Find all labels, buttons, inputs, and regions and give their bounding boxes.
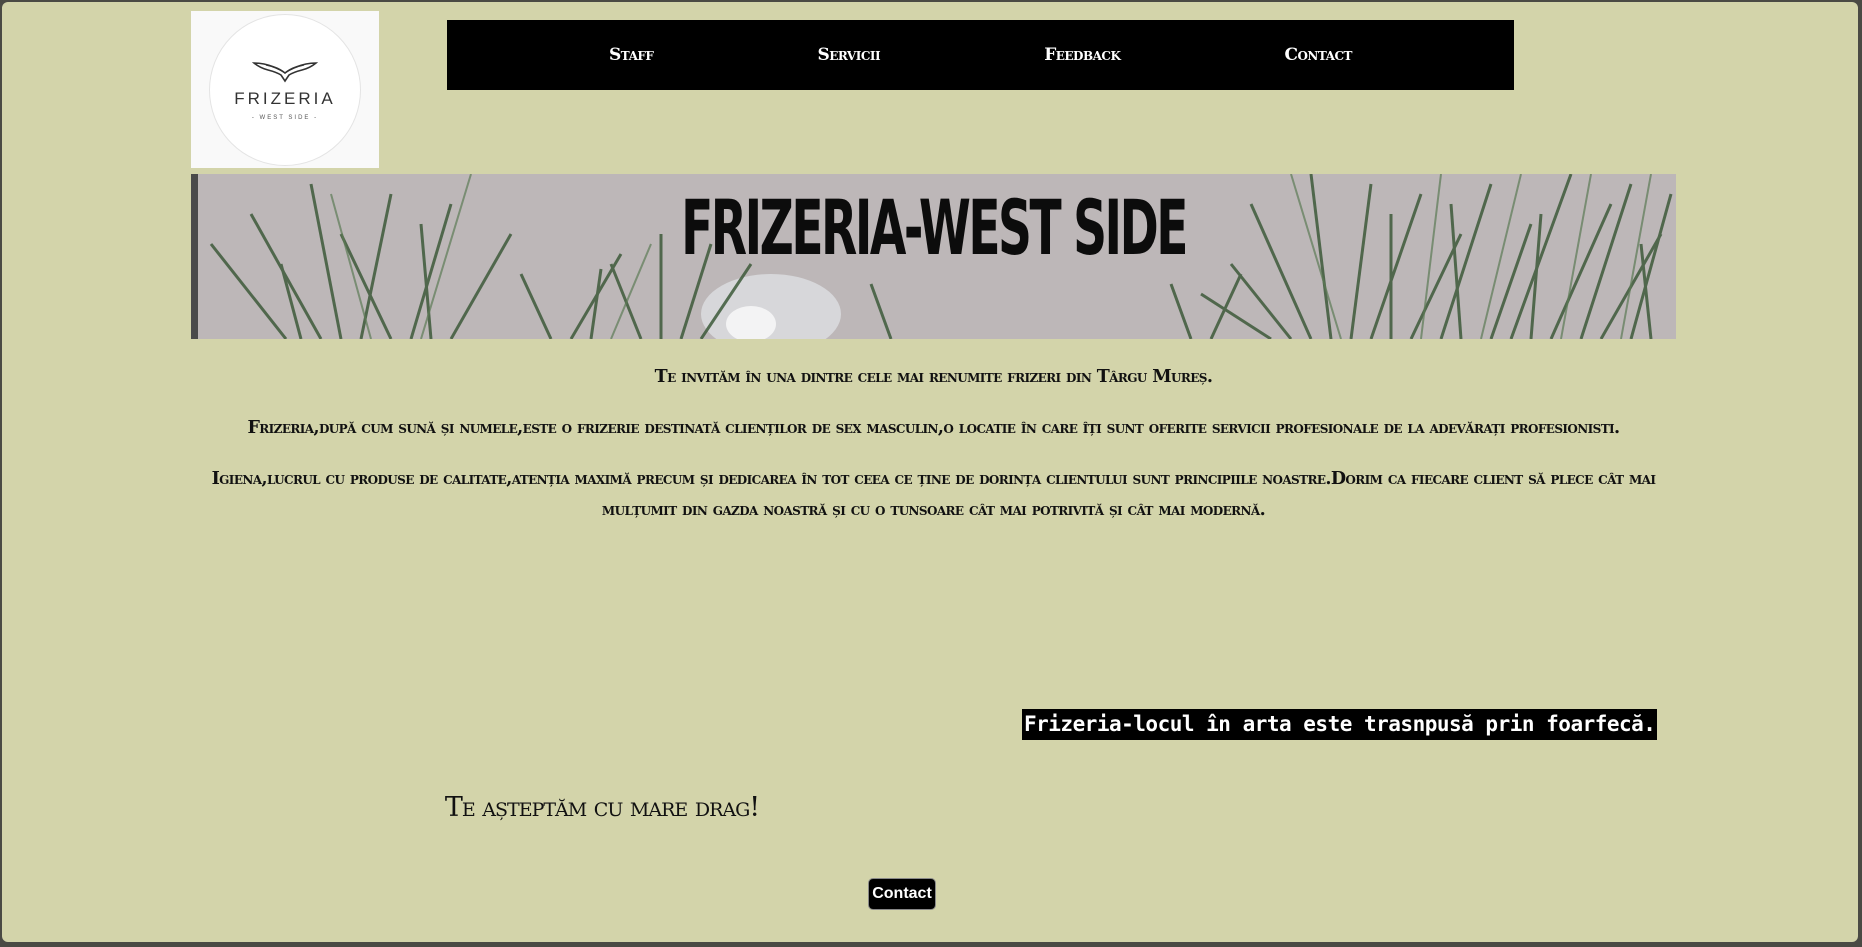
page: FRIZERIA - WEST SIDE - Staff Servicii Fe… [2,2,1858,942]
logo-name: FRIZERIA [234,88,336,108]
welcome-text: Te așteptăm cu mare drag! [444,792,760,823]
logo-badge: FRIZERIA - WEST SIDE - [209,13,361,166]
intro-section: Te invităm în una dintre cele mai renumi… [191,362,1676,546]
wings-icon [252,61,318,82]
intro-paragraph: Frizeria,după cum sună și numele,este o … [247,418,1620,438]
contact-button[interactable]: Contact [868,878,936,910]
hero-banner: FRIZERIA-WEST SIDE [191,174,1676,339]
nav-item-feedback[interactable]: Feedback [1044,45,1121,65]
motto-banner: Frizeria-locul în arta este trasnpusă pr… [1022,709,1658,740]
logo[interactable]: FRIZERIA - WEST SIDE - [191,11,379,168]
logo-subtitle: - WEST SIDE - [251,114,319,121]
nav-item-contact[interactable]: Contact [1284,45,1352,65]
main-navigation: Staff Servicii Feedback Contact [447,20,1514,90]
intro-paragraph: Igiena,lucrul cu produse de calitate,ate… [211,469,1656,520]
intro-paragraph: Te invităm în una dintre cele mai renumi… [654,367,1213,387]
nav-item-staff[interactable]: Staff [609,45,654,65]
nav-item-servicii[interactable]: Servicii [817,45,880,65]
banner-title: FRIZERIA-WEST SIDE [681,183,1188,272]
